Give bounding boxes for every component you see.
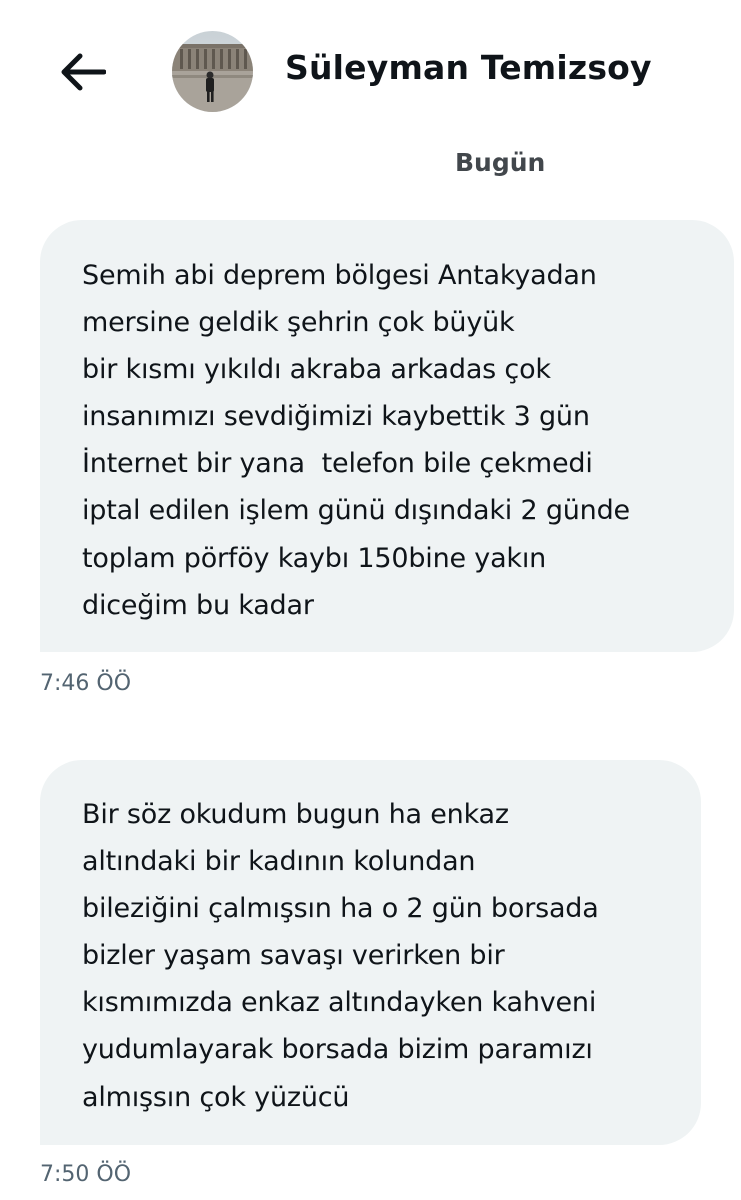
- contact-name[interactable]: Süleyman Temizsoy: [285, 48, 652, 87]
- message-line: Bir söz okudum bugun ha enkaz: [82, 799, 509, 830]
- back-button[interactable]: [52, 44, 112, 100]
- message-line: Semih abi deprem bölgesi Antakyadan: [82, 260, 597, 291]
- message-timestamp: 7:50 ÖÖ: [40, 1162, 132, 1187]
- message-line: iptal edilen işlem günü dışındaki 2 günd…: [82, 495, 630, 527]
- message-bubble[interactable]: Semih abi deprem bölgesi Antakyadan mers…: [40, 220, 734, 652]
- message-bubble[interactable]: Bir söz okudum bugun ha enkaz altındaki …: [40, 760, 701, 1145]
- conversation-header: Süleyman Temizsoy: [0, 0, 741, 140]
- message-line: bileziğini çalmışsın ha o 2 gün borsada: [82, 893, 599, 925]
- message-line: İnternet bir yana telefon bile çekmedi: [82, 448, 593, 480]
- message-line: toplam pörföy kaybı 150bine yakın: [82, 542, 547, 574]
- date-separator: Bugün: [455, 148, 546, 177]
- message-line: yudumlayarak borsada bizim paramızı: [82, 1034, 593, 1066]
- message-line: bizler yaşam savaşı verirken bir: [82, 940, 505, 972]
- message-line: kısmımızda enkaz altındayken kahveni: [82, 987, 597, 1019]
- avatar[interactable]: [172, 31, 253, 112]
- message-line: altındaki bir kadının kolundan: [82, 846, 476, 878]
- message-line: insanımızı sevdiğimizi kaybettik 3 gün: [82, 401, 590, 433]
- profile-photo-avatar: [172, 31, 253, 112]
- message-line: bir kısmı yıkıldı akraba arkadas çok: [82, 354, 551, 386]
- message-line: mersine geldik şehrin çok büyük: [82, 307, 515, 339]
- message-line: diceğim bu kadar: [82, 589, 314, 621]
- arrow-left-icon: [61, 53, 106, 91]
- message-line: almışsın çok yüzücü: [82, 1081, 350, 1113]
- message-timestamp: 7:46 ÖÖ: [40, 671, 132, 696]
